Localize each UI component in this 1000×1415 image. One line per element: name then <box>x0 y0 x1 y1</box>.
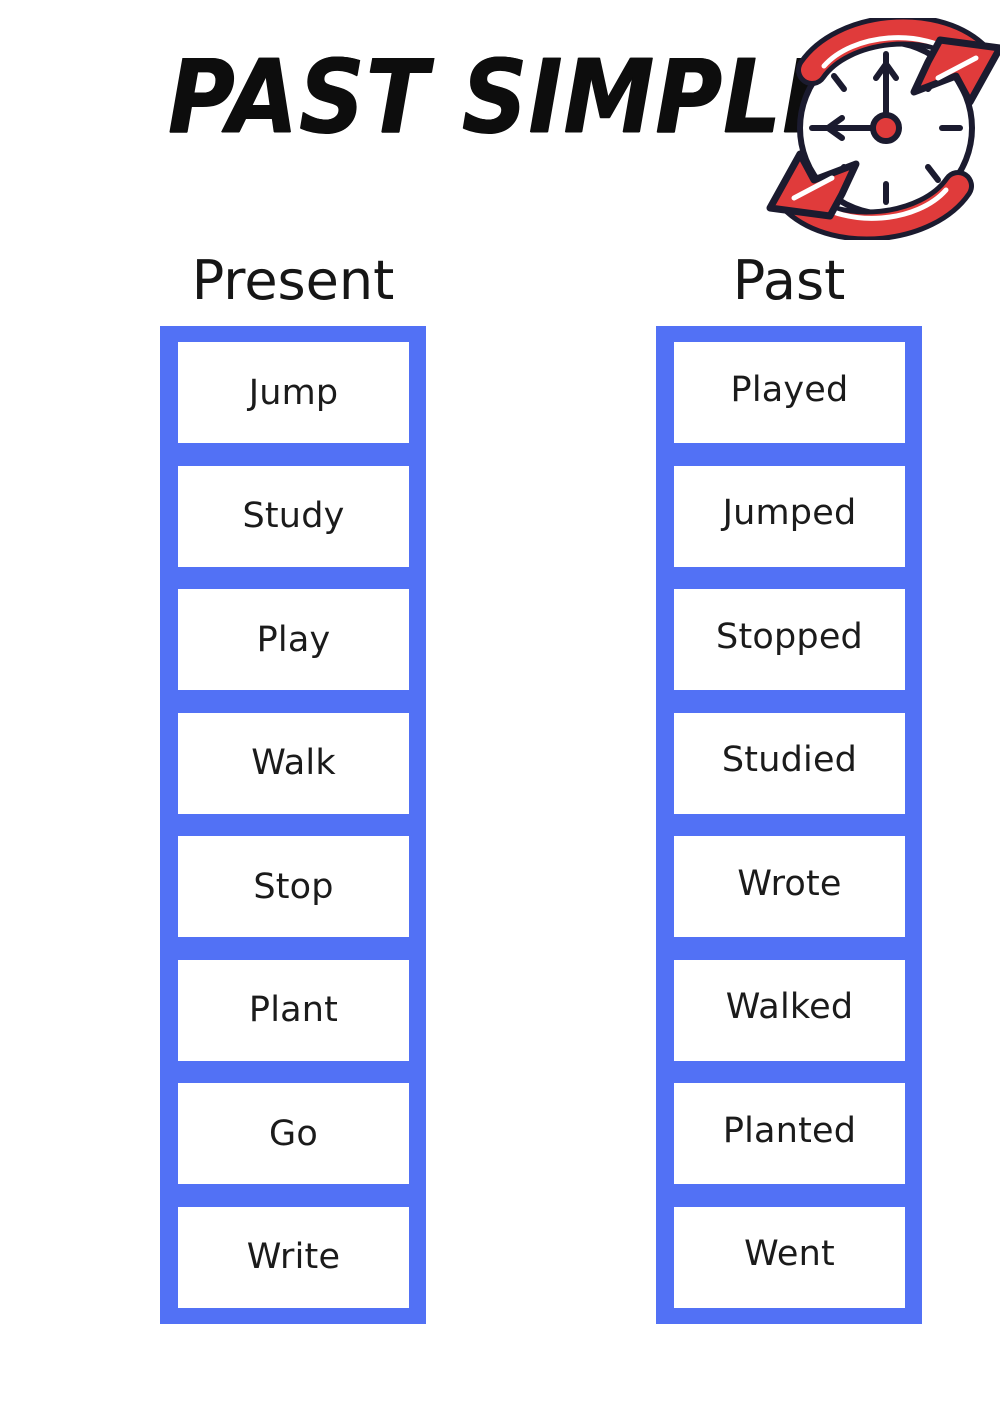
word-label: Wrote <box>737 863 842 904</box>
word-box[interactable]: Played <box>674 342 905 443</box>
word-box[interactable]: Study <box>178 465 409 567</box>
verb-columns: Present Jump Study Play Walk Stop Plant … <box>0 250 1000 1340</box>
word-box[interactable]: Walked <box>674 959 905 1061</box>
word-stack-present: Jump Study Play Walk Stop Plant Go Write <box>160 326 426 1324</box>
word-label: Planted <box>722 1110 857 1151</box>
word-label: Went <box>744 1234 835 1275</box>
page-title: PAST SIMPLE <box>168 38 846 157</box>
word-box[interactable]: Jumped <box>674 465 905 567</box>
word-label: Walk <box>251 743 336 784</box>
word-label: Write <box>246 1237 341 1278</box>
word-box[interactable]: Went <box>674 1206 905 1308</box>
word-label: Plant <box>248 990 339 1031</box>
word-label: Jumped <box>722 493 857 534</box>
word-box[interactable]: Jump <box>178 342 409 443</box>
clock-refresh-icon <box>762 14 1000 242</box>
word-box[interactable]: Go <box>178 1083 409 1185</box>
column-heading-present: Present <box>191 249 395 312</box>
word-label: Jump <box>248 372 339 413</box>
word-box[interactable]: Planted <box>674 1083 905 1185</box>
word-stack-past: Played Jumped Stopped Studied Wrote Walk… <box>656 326 922 1324</box>
word-box[interactable]: Plant <box>178 959 409 1061</box>
word-box[interactable]: Stopped <box>674 589 905 691</box>
column-heading-past: Past <box>732 249 846 312</box>
word-box[interactable]: Write <box>178 1206 409 1308</box>
worksheet-header: PAST SIMPLE <box>0 0 1000 250</box>
column-past: Past Played Jumped Stopped Studied Wrote… <box>656 250 922 1324</box>
word-label: Walked <box>725 987 854 1028</box>
word-box[interactable]: Studied <box>674 712 905 814</box>
word-label: Go <box>269 1113 318 1154</box>
word-label: Stop <box>253 866 334 907</box>
word-label: Study <box>242 496 345 537</box>
word-label: Stopped <box>716 616 863 657</box>
word-box[interactable]: Walk <box>178 712 409 814</box>
word-label: Played <box>730 369 849 410</box>
word-box[interactable]: Play <box>178 589 409 691</box>
word-box[interactable]: Wrote <box>674 836 905 938</box>
column-present: Present Jump Study Play Walk Stop Plant … <box>160 250 426 1324</box>
word-box[interactable]: Stop <box>178 836 409 938</box>
word-label: Studied <box>721 740 858 781</box>
word-label: Play <box>256 619 331 660</box>
